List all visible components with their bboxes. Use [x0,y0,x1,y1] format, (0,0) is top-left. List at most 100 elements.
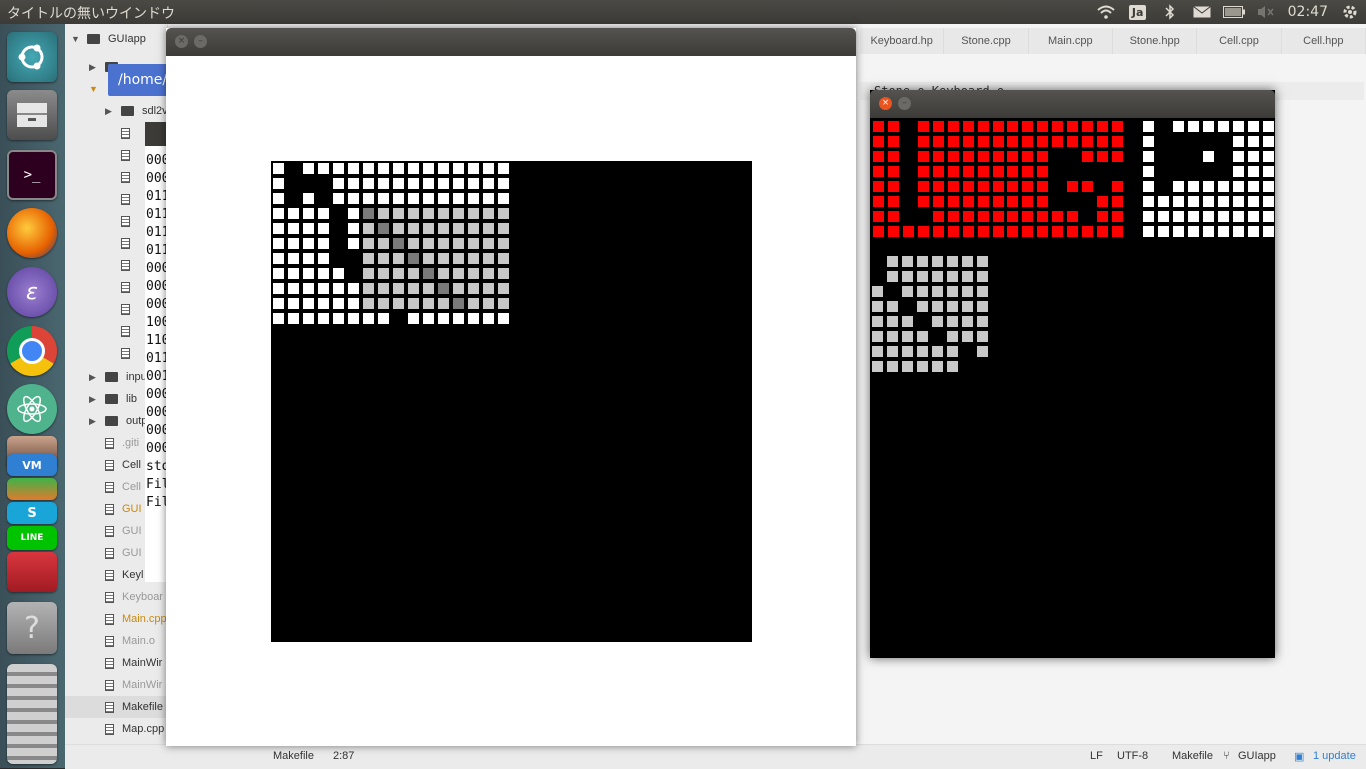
window-titlebar[interactable]: × – [166,28,856,56]
board-cell [873,196,884,207]
terminal-window[interactable]: 000 000 011 011 011 011 000 000 000 100 110 011 001 0… [145,122,167,582]
close-icon[interactable]: × [175,35,188,48]
tree-file[interactable]: GUI [105,520,142,542]
terminal-line: 001 [146,369,167,384]
tree-folder[interactable]: ▶ input [89,366,150,388]
tab-main-cpp[interactable]: Main.cpp [1028,28,1113,54]
board-cell [453,313,464,324]
board-cell [303,313,314,324]
tab-keyboard-hpp[interactable]: Keyboard.hp [860,28,945,54]
status-updates[interactable]: 1 update [1313,750,1356,762]
board-cell [1052,211,1063,222]
skype-icon[interactable]: S [7,502,57,524]
board-cell [993,211,1004,222]
firefox-icon[interactable] [7,208,57,258]
board-cell [993,121,1004,132]
tab-cell-hpp[interactable]: Cell.hpp [1281,28,1366,54]
battery-icon[interactable] [1222,0,1246,24]
board-cell [408,298,419,309]
board-cell [1218,211,1229,222]
game-window-main[interactable]: × – [166,28,856,746]
board-cell [288,253,299,264]
workspace-switcher-icon[interactable] [7,664,57,764]
status-grammar[interactable]: Makefile [1172,750,1213,762]
board-cell [348,283,359,294]
tree-file[interactable]: MainWir [105,674,162,696]
tree-file[interactable]: Makefile [65,696,167,718]
file-icon [121,348,130,359]
preview-board-canvas[interactable] [870,118,1275,658]
tree-file[interactable]: .giti [105,432,139,454]
tree-file[interactable]: Map.cpp [105,718,164,740]
game-window-preview[interactable]: × – [870,90,1275,658]
tree-file[interactable]: GUI [105,498,142,520]
status-cursor-position[interactable]: 2:87 [333,750,354,762]
board-cell [348,163,359,174]
terminal-titlebar[interactable] [145,122,167,146]
board-cell [333,283,344,294]
line-icon[interactable]: LINE [7,526,57,550]
status-file-name[interactable]: Makefile [273,750,314,762]
tree-file[interactable]: Keyl [105,564,143,586]
board-cell [1037,181,1048,192]
tab-cell-cpp[interactable]: Cell.cpp [1197,28,1282,54]
tree-file[interactable]: Main.o [105,630,155,652]
board-cell [888,226,899,237]
tree-file[interactable]: Cell [105,476,141,498]
clock[interactable]: 02:47 [1288,4,1328,20]
board-cell [887,301,898,312]
close-icon[interactable]: × [879,97,892,110]
software-center-icon[interactable] [7,552,57,592]
status-encoding[interactable]: UTF-8 [1117,750,1148,762]
tree-folder[interactable]: ▶ lib [89,388,137,410]
volume-muted-icon[interactable] [1254,0,1278,24]
keyboard-layout-icon[interactable]: Ja [1126,0,1150,24]
tab-stone-cpp[interactable]: Stone.cpp [944,28,1029,54]
board-cell [948,166,959,177]
board-cell [318,298,329,309]
tree-folder-expanded[interactable]: ▼ [89,78,105,100]
board-cell [917,331,928,342]
file-icon [105,503,114,515]
file-icon [105,723,114,735]
board-cell [917,301,928,312]
git-branch-icon: ⑂ [1223,750,1230,762]
status-git-branch[interactable]: GUIapp [1238,750,1276,762]
minimize-icon[interactable]: – [194,35,207,48]
board-cell [933,196,944,207]
board-cell [498,313,509,324]
file-icon [121,260,130,271]
ubuntu-dash-icon[interactable] [7,32,57,82]
window-titlebar[interactable]: × – [870,90,1275,118]
status-line-ending[interactable]: LF [1090,750,1103,762]
file-icon [105,459,114,471]
tab-stone-hpp[interactable]: Stone.hpp [1112,28,1198,54]
visual-studio-code-icon[interactable]: VM [7,454,57,476]
chrome-icon[interactable] [7,326,57,376]
tree-file[interactable]: Main.cpp [105,608,167,630]
tree-file[interactable]: Keyboar [105,586,163,608]
minimize-icon[interactable]: – [898,97,911,110]
help-icon[interactable]: ? [7,602,57,654]
file-manager-icon[interactable] [7,90,57,140]
terminal-line: Fil [146,477,167,492]
tree-file[interactable]: GUI [105,542,142,564]
tree-root[interactable]: ▼ GUIapp [71,28,146,50]
settings-gear-icon[interactable] [1338,0,1362,24]
file-icon [105,547,114,559]
game-board-canvas[interactable] [271,161,752,642]
mail-icon[interactable] [1190,0,1214,24]
file-icon [121,304,130,315]
emacs-icon[interactable]: ε [7,267,57,317]
stacked-apps-icon[interactable] [7,478,57,500]
board-cell [453,238,464,249]
wifi-icon[interactable] [1094,0,1118,24]
board-cell [918,196,929,207]
tree-file[interactable]: MainWir [105,652,162,674]
tree-file[interactable]: Cell [105,454,141,476]
atom-icon[interactable] [7,384,57,434]
tree-folder[interactable]: ▶ outp [89,410,147,432]
bluetooth-icon[interactable] [1158,0,1182,24]
tree-folder[interactable]: ▶ sdl2v [105,100,168,122]
terminal-icon[interactable]: >_ [7,150,57,200]
